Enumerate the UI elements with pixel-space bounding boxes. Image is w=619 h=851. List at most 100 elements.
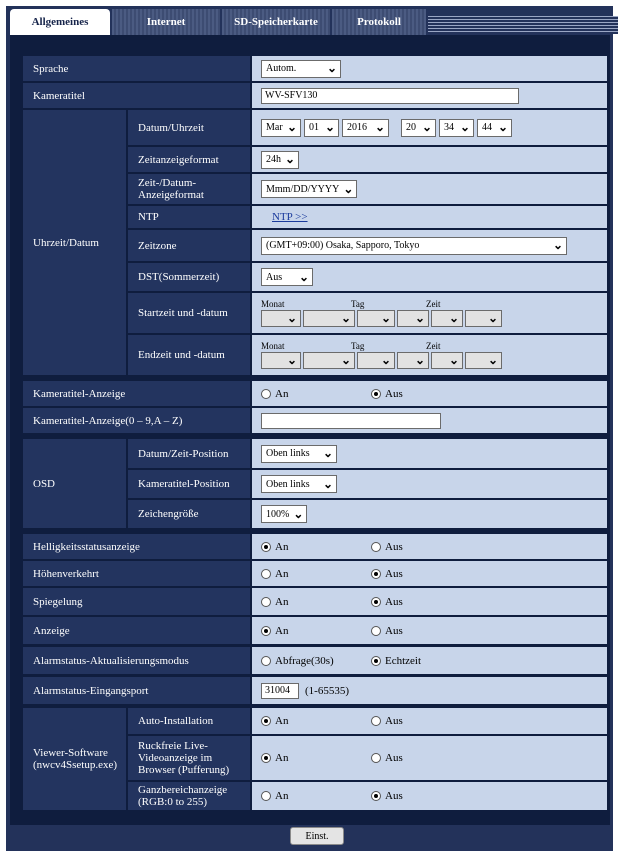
label-text: Alarmstatus-Eingangsport: [33, 684, 149, 697]
chevron-down-icon: ⌄: [322, 476, 333, 491]
chevron-down-icon: ⌄: [448, 311, 459, 325]
radio-off-icon: [371, 753, 381, 763]
second-select[interactable]: 44 ⌄: [477, 118, 512, 137]
minute-select[interactable]: 34 ⌄: [439, 118, 474, 137]
tab-sd-speicherkarte[interactable]: SD-Speicherkarte: [222, 9, 330, 35]
radio-an[interactable]: An: [261, 790, 371, 802]
radio-label: Aus: [385, 715, 403, 727]
row-label-helligkeit: Helligkeitsstatusanzeige: [23, 534, 250, 559]
start-date-selects: ⌄ ⌄ ⌄ ⌄ ⌄ ⌄: [261, 310, 504, 327]
title-position-select[interactable]: Oben links ⌄: [261, 475, 337, 493]
alarm-port-input[interactable]: 31004: [261, 682, 299, 699]
radio-an[interactable]: An: [261, 715, 371, 727]
radio-an[interactable]: An: [261, 388, 371, 400]
row-label-spiegelung: Spiegelung: [23, 588, 250, 615]
row-value-datumsformat: Mmm/DD/YYYY ⌄: [252, 174, 607, 204]
radio-echtzeit[interactable]: Echtzeit: [371, 655, 421, 667]
submit-button[interactable]: Einst.: [290, 827, 344, 845]
radio-an[interactable]: An: [261, 625, 371, 637]
font-size-select[interactable]: 100% ⌄: [261, 505, 307, 523]
label-text: Zeitanzeigeformat: [138, 153, 219, 166]
chevron-down-icon: ⌄: [414, 311, 425, 325]
start-month-select[interactable]: ⌄: [261, 310, 301, 327]
radio-aus[interactable]: Aus: [371, 388, 403, 400]
start-day-select[interactable]: ⌄: [357, 310, 395, 327]
start-hour-select[interactable]: ⌄: [431, 310, 463, 327]
row-label-dst: DST(Sommerzeit): [128, 263, 250, 291]
row-value-auto-installation: An Aus: [252, 708, 607, 734]
row-value-kameratitel-text: [252, 408, 607, 433]
row-label-kameratitel-anzeige: Kameratitel-Anzeige: [23, 381, 250, 406]
end-day-select[interactable]: ⌄: [357, 352, 395, 369]
dst-select[interactable]: Aus ⌄: [261, 268, 313, 286]
radio-aus[interactable]: Aus: [371, 568, 403, 580]
day-value: 01: [309, 122, 319, 133]
radio-label: Aus: [385, 790, 403, 802]
end-minute-select[interactable]: ⌄: [465, 352, 502, 369]
radio-an[interactable]: An: [261, 752, 371, 764]
radio-label: Aus: [385, 595, 403, 608]
tab-allgemeines[interactable]: Allgemeines: [10, 9, 110, 35]
date-format-value: Mmm/DD/YYYY: [266, 183, 340, 195]
start-minute-select[interactable]: ⌄: [465, 310, 502, 327]
row-value-alarm-modus: Abfrage(30s) Echtzeit: [252, 647, 607, 674]
row-label-anzeige: Anzeige: [23, 617, 250, 644]
camera-title-input[interactable]: WV-SFV130: [261, 87, 519, 104]
year-select[interactable]: 2016 ⌄: [342, 118, 389, 137]
radio-label: Echtzeit: [385, 654, 422, 667]
radio-on-icon: [261, 541, 271, 552]
radio-label: An: [275, 567, 289, 580]
radio-off-icon: [371, 625, 381, 636]
date-format-select[interactable]: Mmm/DD/YYYY ⌄: [261, 180, 357, 198]
row-label-datum-position: Datum/Zeit-Position: [128, 439, 250, 468]
day-select[interactable]: 01 ⌄: [304, 118, 339, 137]
radio-on-icon: [261, 716, 271, 726]
label-text: Spiegelung: [33, 595, 83, 608]
radio-label: Abfrage(30s): [275, 654, 334, 667]
end-hour-select[interactable]: ⌄: [431, 352, 463, 369]
hour-select[interactable]: 20 ⌄: [401, 118, 436, 137]
radio-an[interactable]: An: [261, 541, 371, 553]
camera-title-display-input[interactable]: [261, 412, 441, 429]
tab-protokoll[interactable]: Protokoll: [332, 9, 426, 35]
label-text: Zeichengröße: [138, 508, 199, 520]
radio-abfrage[interactable]: Abfrage(30s): [261, 655, 371, 667]
label-text: NTP: [138, 211, 159, 223]
chevron-down-icon: ⌄: [293, 506, 304, 521]
row-label-zeitanzeigeformat: Zeitanzeigeformat: [128, 147, 250, 172]
ntp-link[interactable]: NTP >>: [272, 211, 308, 223]
row-value-sprache: Autom. ⌄: [252, 56, 607, 81]
timezone-select[interactable]: (GMT+09:00) Osaka, Sapporo, Tokyo ⌄: [261, 236, 567, 255]
year-value: 2016: [347, 122, 367, 133]
zeit-label: Zeit: [426, 299, 441, 309]
radio-an[interactable]: An: [261, 568, 371, 580]
chevron-down-icon: ⌄: [340, 311, 351, 325]
row-value-dst: Aus ⌄: [252, 263, 607, 291]
radio-label: Aus: [385, 540, 403, 553]
radio-aus[interactable]: Aus: [371, 715, 403, 727]
chevron-down-icon: ⌄: [343, 181, 354, 196]
minute-value: 34: [444, 122, 454, 133]
date-position-select[interactable]: Oben links ⌄: [261, 444, 337, 463]
radio-aus[interactable]: Aus: [371, 596, 403, 608]
radio-aus[interactable]: Aus: [371, 752, 403, 764]
start-week-select[interactable]: ⌄: [303, 310, 355, 327]
month-select[interactable]: Mar ⌄: [261, 118, 301, 137]
radio-an[interactable]: An: [261, 596, 371, 608]
end-weekday-select[interactable]: ⌄: [397, 352, 429, 369]
language-select[interactable]: Autom. ⌄: [261, 59, 341, 78]
label-text: DST(Sommerzeit): [138, 271, 220, 283]
radio-off-icon: [261, 655, 271, 666]
tab-internet[interactable]: Internet: [112, 9, 220, 35]
group-label-viewer: Viewer-Software (nwcv4Ssetup.exe): [23, 708, 126, 810]
radio-aus[interactable]: Aus: [371, 541, 403, 553]
time-format-select[interactable]: 24h ⌄: [261, 150, 299, 169]
start-weekday-select[interactable]: ⌄: [397, 310, 429, 327]
row-value-kameratitel-anzeige: An Aus: [252, 381, 607, 406]
chevron-down-icon: ⌄: [286, 120, 297, 134]
radio-aus[interactable]: Aus: [371, 625, 403, 637]
end-week-select[interactable]: ⌄: [303, 352, 355, 369]
end-month-select[interactable]: ⌄: [261, 352, 301, 369]
row-label-zeichengroesse: Zeichengröße: [128, 500, 250, 528]
radio-aus[interactable]: Aus: [371, 790, 403, 802]
